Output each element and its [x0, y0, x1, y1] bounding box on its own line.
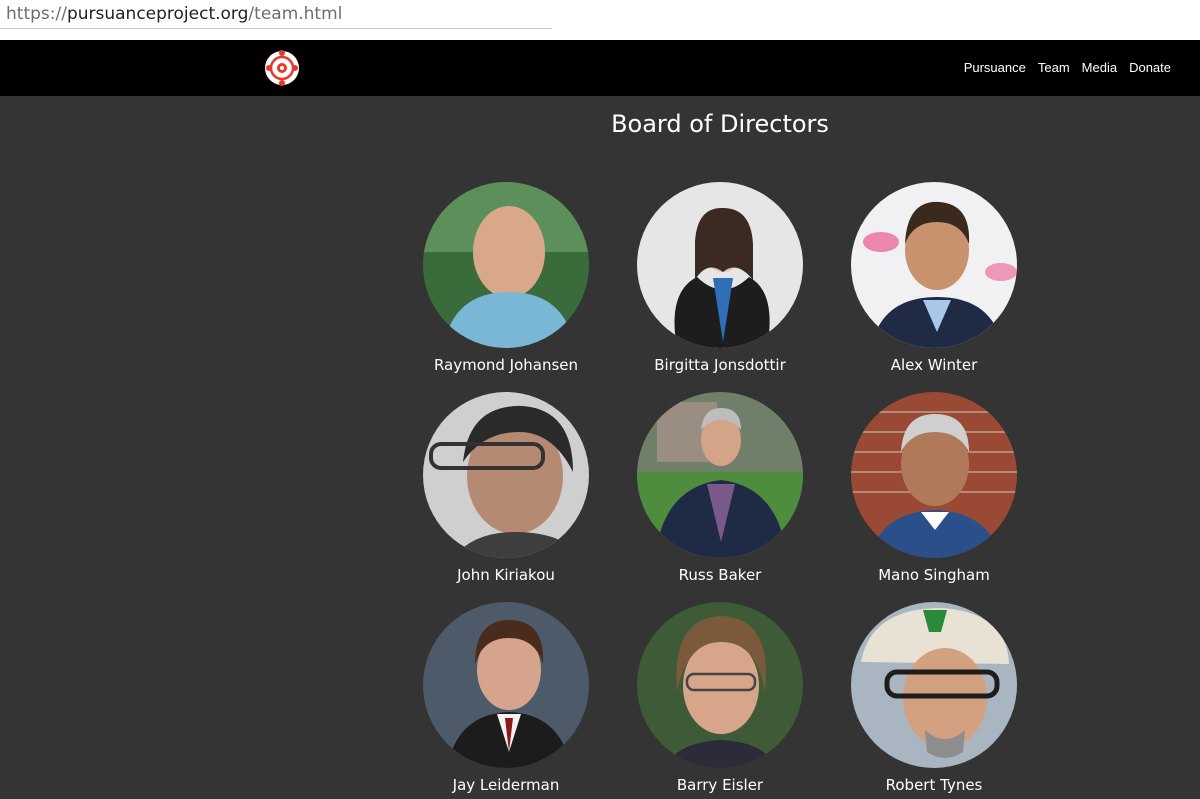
- member-card[interactable]: Robert Tynes: [834, 602, 1034, 794]
- member-name: Raymond Johansen: [433, 356, 579, 374]
- member-name: Robert Tynes: [885, 776, 983, 794]
- avatar[interactable]: [637, 602, 803, 768]
- avatar[interactable]: [423, 602, 589, 768]
- member-card[interactable]: Birgitta Jonsdottir: [620, 182, 820, 374]
- member-name: Jay Leiderman: [452, 776, 560, 794]
- member-name: Barry Eisler: [676, 776, 764, 794]
- member-name: Mano Singham: [878, 566, 990, 584]
- member-card[interactable]: Jay Leiderman: [406, 602, 606, 794]
- avatar[interactable]: [423, 182, 589, 348]
- member-card[interactable]: Raymond Johansen: [406, 182, 606, 374]
- avatar[interactable]: [851, 392, 1017, 558]
- avatar[interactable]: [637, 182, 803, 348]
- member-grid: Raymond Johansen Birgitta Jonsdottir Ale…: [0, 0, 1200, 799]
- member-card[interactable]: Mano Singham: [834, 392, 1034, 584]
- member-name: John Kiriakou: [457, 566, 555, 584]
- member-name: Russ Baker: [678, 566, 762, 584]
- member-name: Alex Winter: [890, 356, 978, 374]
- avatar[interactable]: [851, 602, 1017, 768]
- member-card[interactable]: Russ Baker: [620, 392, 820, 584]
- member-card[interactable]: Alex Winter: [834, 182, 1034, 374]
- avatar[interactable]: [637, 392, 803, 558]
- member-card[interactable]: John Kiriakou: [406, 392, 606, 584]
- avatar[interactable]: [423, 392, 589, 558]
- member-card[interactable]: Barry Eisler: [620, 602, 820, 794]
- member-name: Birgitta Jonsdottir: [654, 356, 786, 374]
- avatar[interactable]: [851, 182, 1017, 348]
